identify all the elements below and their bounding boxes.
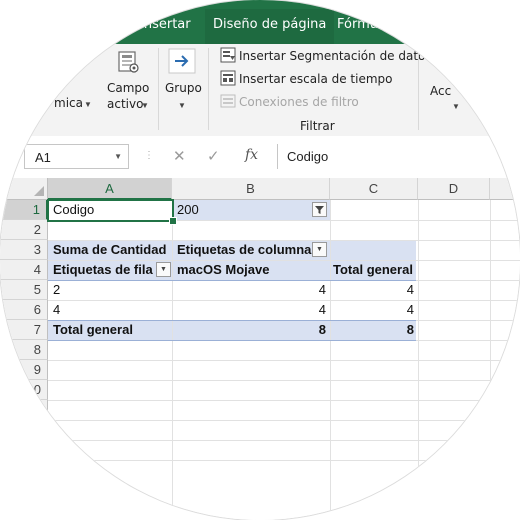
row-header-6[interactable]: 6 [0, 300, 48, 320]
cell-c6[interactable]: 4 [330, 300, 414, 320]
formula-actions: ✕ ✓ fx [140, 144, 275, 169]
report-filter-dropdown[interactable] [312, 202, 327, 217]
filter-funnel-icon [315, 206, 324, 214]
insert-slicer-label: Insertar Segmentación de datos [239, 49, 432, 63]
insert-timeline-label: Insertar escala de tiempo [239, 72, 393, 86]
column-header-d[interactable]: D [418, 178, 490, 200]
grid-line [490, 200, 491, 520]
column-header-b[interactable]: B [172, 178, 330, 200]
tab-insert[interactable]: Insertar [140, 17, 191, 32]
chevron-down-icon: ▼ [452, 102, 460, 111]
cell-a6[interactable]: 4 [53, 300, 60, 320]
fill-handle[interactable] [169, 217, 177, 225]
ribbon-divider [208, 48, 209, 130]
chevron-down-icon: ▼ [316, 246, 323, 253]
filter-connections-icon [220, 94, 236, 108]
row-header-8[interactable]: 8 [0, 340, 48, 360]
grid-line [330, 200, 331, 520]
pivot-border [48, 340, 416, 341]
row-header-2[interactable]: 2 [0, 220, 48, 240]
formula-input[interactable]: Codigo [277, 144, 520, 169]
row-header-11[interactable]: 11 [0, 400, 48, 420]
insert-function-icon[interactable]: fx [245, 147, 258, 163]
grid-line [48, 440, 520, 441]
name-box-value: A1 [35, 150, 51, 165]
grid-line [48, 400, 520, 401]
column-labels-dropdown[interactable]: ▼ [312, 242, 327, 257]
active-field-label-line2: activo [107, 97, 144, 111]
row-header-4[interactable]: 4 [0, 260, 48, 280]
tab-formulas[interactable]: Fórmulas [337, 17, 396, 32]
ribbon-tabs-bar: Insertar Diseño de página Fórmulas [0, 0, 520, 44]
excel-window: Insertar Diseño de página Fórmulas mica … [0, 0, 520, 520]
row-labels-dropdown[interactable]: ▼ [156, 262, 171, 277]
cell-a4[interactable]: Etiquetas de fila [53, 260, 153, 280]
cell-c5[interactable]: 4 [330, 280, 414, 300]
cell-b5[interactable]: 4 [172, 280, 326, 300]
grid-line [48, 460, 520, 461]
chevron-down-icon: ▼ [141, 101, 149, 110]
cell-a3[interactable]: Suma de Cantidad [53, 240, 166, 260]
circular-crop: Insertar Diseño de página Fórmulas mica … [0, 0, 520, 520]
confirm-icon[interactable]: ✓ [207, 147, 220, 165]
cell-a5[interactable]: 2 [53, 280, 60, 300]
timeline-icon [220, 70, 236, 86]
row-header-5[interactable]: 5 [0, 280, 48, 300]
ribbon-divider [158, 48, 159, 130]
grid-line [48, 360, 520, 361]
cell-b7[interactable]: 8 [172, 320, 326, 340]
row-header-1[interactable]: 1 [0, 200, 48, 220]
row-header-9[interactable]: 9 [0, 360, 48, 380]
chevron-down-icon[interactable]: ▼ [114, 152, 122, 161]
row-header-10[interactable]: 10 [0, 380, 48, 400]
formula-input-value: Codigo [287, 149, 329, 164]
partial-ribbon-label[interactable]: mica [54, 96, 83, 110]
cell-b6[interactable]: 4 [172, 300, 326, 320]
active-field-label-line1: Campo [107, 81, 150, 95]
filter-group-label: Filtrar [300, 119, 335, 133]
chevron-down-icon: ▼ [178, 101, 186, 110]
row-header-12[interactable]: 12 [0, 420, 48, 440]
cell-b1[interactable]: 200 [177, 200, 199, 220]
cell-c7[interactable]: 8 [330, 320, 414, 340]
filter-connections-label: Conexiones de filtro [239, 95, 359, 109]
select-all-corner[interactable] [0, 178, 48, 200]
active-cell-selection [47, 199, 174, 222]
row-header-3[interactable]: 3 [0, 240, 48, 260]
cell-b3[interactable]: Etiquetas de columna [177, 240, 311, 260]
group-arrow-icon [168, 48, 196, 74]
active-field-icon [118, 51, 139, 73]
worksheet-grid: A B C D 1 2 3 4 5 6 7 8 9 10 11 12 Codig… [0, 178, 520, 520]
cell-c4[interactable]: Total general [333, 260, 413, 280]
tab-page-layout[interactable]: Diseño de página [205, 9, 335, 44]
cell-a7[interactable]: Total general [53, 320, 133, 340]
column-header-e[interactable] [490, 178, 520, 200]
grid-line [172, 200, 173, 520]
ribbon-panel: mica ▼ Campo activo ▼ Grupo ▼ Insertar S… [0, 44, 520, 137]
column-header-a[interactable]: A [48, 178, 172, 200]
cancel-icon[interactable]: ✕ [173, 147, 186, 165]
grid-line [48, 420, 520, 421]
column-header-c[interactable]: C [330, 178, 418, 200]
slicer-icon [220, 47, 236, 63]
formula-bar: A1 ▼ ⋮ ✕ ✓ fx Codigo [0, 136, 520, 179]
grid-line [418, 200, 419, 520]
row-header-7[interactable]: 7 [0, 320, 48, 340]
chevron-down-icon: ▼ [160, 266, 167, 273]
name-box[interactable]: A1 ▼ [24, 144, 129, 169]
grid-line [48, 380, 520, 381]
ribbon-divider [418, 48, 419, 130]
select-all-icon [34, 186, 44, 196]
chevron-down-icon: ▼ [84, 100, 92, 109]
partial-ribbon-label-right[interactable]: Acc [430, 84, 451, 98]
group-label: Grupo [165, 81, 202, 95]
cell-b4[interactable]: macOS Mojave [177, 260, 270, 280]
